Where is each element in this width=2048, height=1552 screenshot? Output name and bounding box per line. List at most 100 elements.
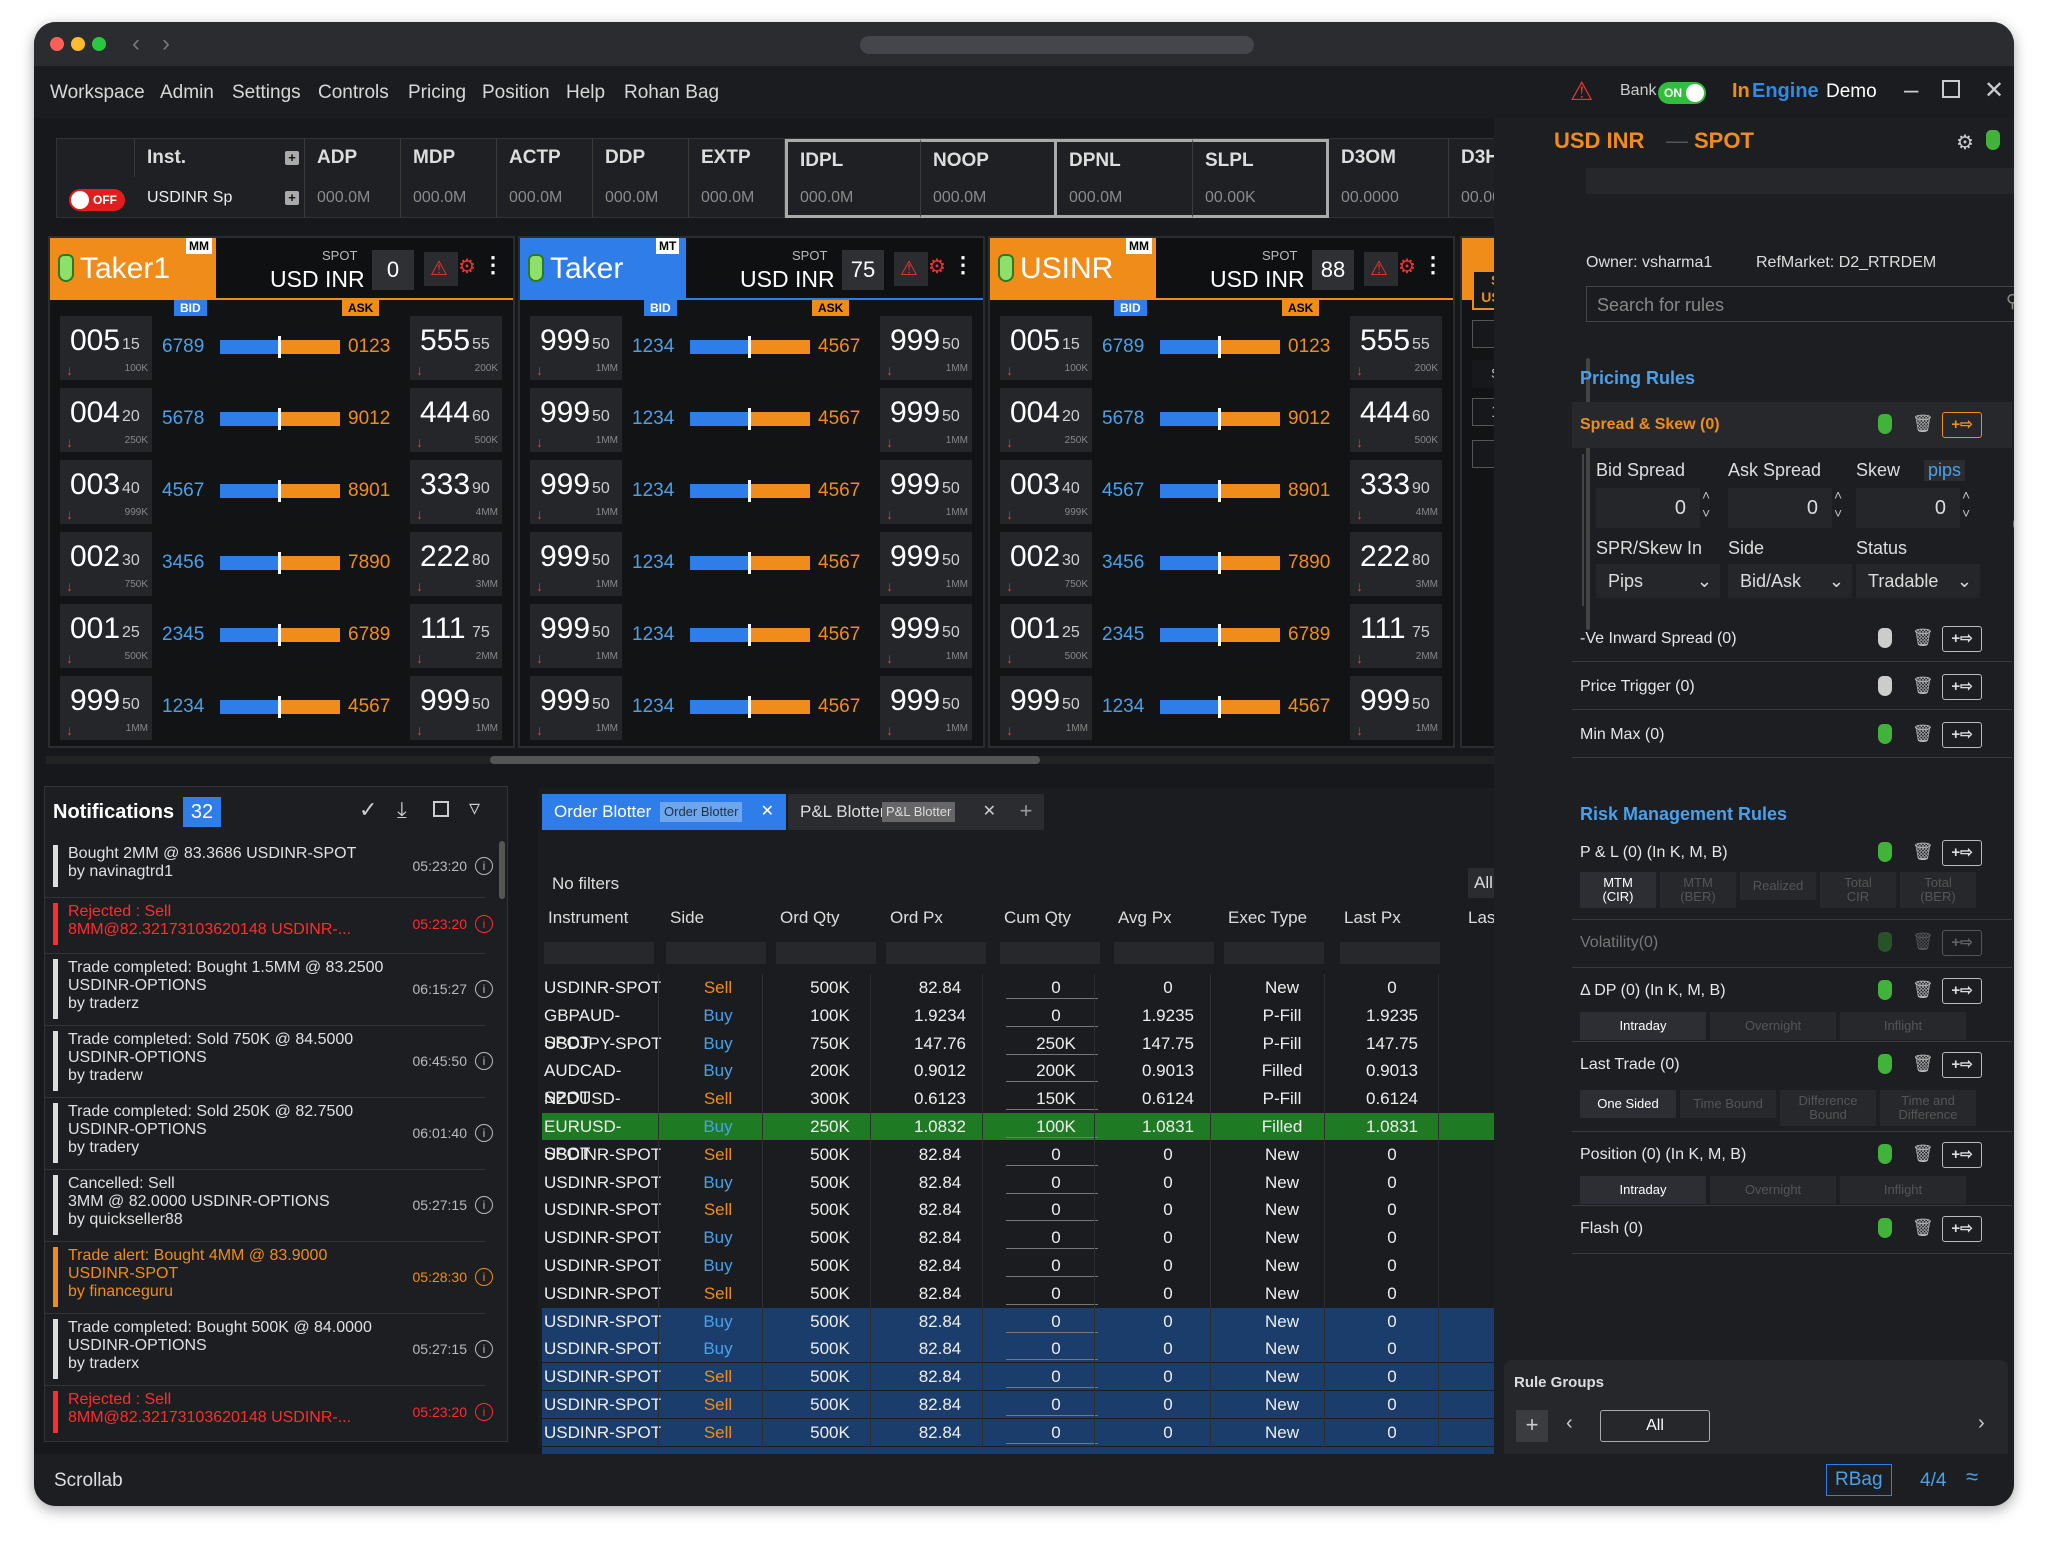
header-actp[interactable]: ACTP [497, 139, 593, 177]
chip-pl-2[interactable]: Realized [1740, 872, 1816, 900]
bid-price-box[interactable]: 003 40 999K ↓ [60, 460, 152, 524]
ask-price-box[interactable]: 444 60 500K ↓ [410, 388, 502, 452]
table-row[interactable]: GBPAUD-SPOT Buy 100K 1.9234 0 1.9235 P-Fill 1.9… [542, 1002, 1516, 1052]
ask-price-box[interactable]: 111 75 2MM ↓ [1350, 604, 1442, 668]
kebab-menu-icon[interactable]: ⋮ [482, 252, 504, 278]
ask-price-box[interactable]: 999 50 1MM ↓ [880, 604, 972, 668]
bid-price-box[interactable]: 005 15 100K ↓ [60, 316, 152, 380]
alarm-icon[interactable]: ⚠ [430, 256, 448, 281]
instrument-off-toggle[interactable]: OFF [69, 189, 125, 211]
ask-price-box[interactable]: 222 80 3MM ↓ [1350, 532, 1442, 596]
bid-price-box[interactable]: 002 30 750K ↓ [60, 532, 152, 596]
close-icon[interactable]: ✕ [1984, 76, 2004, 105]
forward-arrow-icon[interactable]: › [162, 30, 170, 58]
table-row[interactable]: USDINR-SPOT Buy 500K 82.84 0 0 New 0 [542, 1335, 1516, 1363]
bid-price-box[interactable]: 001 25 500K ↓ [1000, 604, 1092, 668]
info-icon[interactable]: i [475, 915, 493, 933]
shield-icon[interactable] [1878, 1054, 1892, 1074]
bid-price-box[interactable]: 999 50 1MM ↓ [530, 460, 622, 524]
chip-pl-4[interactable]: Total (BER) [1900, 872, 1976, 908]
header-mdp[interactable]: MDP [401, 139, 497, 177]
info-icon[interactable]: i [475, 857, 493, 875]
menu-admin[interactable]: Admin [160, 82, 214, 104]
back-arrow-icon[interactable]: ‹ [132, 30, 140, 58]
ask-price-box[interactable]: 999 50 1MM ↓ [880, 676, 972, 740]
ask-price-box[interactable]: 999 50 1MM ↓ [880, 532, 972, 596]
trash-icon[interactable]: 🗑 [1912, 414, 1934, 434]
ask-price-box[interactable]: 999 50 1MM ↓ [1350, 676, 1442, 740]
table-row[interactable]: USDINR-SPOT Buy 500K 82.84 0 0 New 0 [542, 1252, 1516, 1279]
trash-icon[interactable]: 🗑 [1912, 676, 1934, 696]
bid-price-box[interactable]: 999 50 1MM ↓ [530, 676, 622, 740]
rules-search-input[interactable]: Search for rules ⚲ [1586, 286, 2014, 322]
table-row[interactable]: NZDUSD-SPOTSell300K0.6123150K0.6124P-Fil… [542, 1085, 1516, 1135]
table-row[interactable]: AUDCAD-SPOT Buy 200K 0.9012 200K 0.9013 Filled… [542, 1057, 1516, 1107]
menu-position[interactable]: Position [482, 82, 550, 104]
bid-price-box[interactable]: 999 50 1MM ↓ [530, 532, 622, 596]
ask-price-box[interactable]: 111 75 2MM ↓ [410, 604, 502, 668]
add-rule-icon[interactable]: +⇨ [1942, 1052, 1982, 1078]
add-rule-icon[interactable]: +⇨ [1942, 1142, 1982, 1168]
shield-icon[interactable] [1878, 676, 1892, 696]
table-row[interactable]: USDINR-SPOT Sell 500K 82.84 0 0 New 0 [542, 1363, 1516, 1391]
chip-lt-0[interactable]: One Sided [1580, 1090, 1676, 1118]
table-row[interactable]: USDINR-SPOT Buy 500K 82.84 0 0 New 0 [542, 1169, 1516, 1196]
info-icon[interactable]: i [475, 1196, 493, 1214]
bid-price-box[interactable]: 999 50 1MM ↓ [1000, 676, 1092, 740]
expand-inst-icon[interactable]: + [285, 191, 299, 205]
notif-scroll-thumb[interactable] [499, 841, 505, 899]
bid-price-box[interactable]: 999 50 1MM ↓ [530, 316, 622, 380]
chip-pl-1[interactable]: MTM (BER) [1660, 872, 1736, 908]
shield-icon[interactable] [1878, 628, 1892, 648]
gear-icon[interactable]: ⚙ [1956, 130, 1974, 155]
info-icon[interactable]: i [475, 980, 493, 998]
gear-icon[interactable]: ⚙ [928, 254, 946, 279]
user-icon[interactable]: ☺ [2013, 514, 2014, 534]
bid-price-box[interactable]: 001 25 500K ↓ [60, 604, 152, 668]
spr-skew-select[interactable]: Pips ⌄ [1596, 564, 1720, 598]
menu-user[interactable]: Rohan Bag [624, 82, 719, 104]
column-filter-input[interactable] [666, 942, 766, 964]
bid-price-box[interactable]: 999 50 1MM ↓ [530, 604, 622, 668]
chip-lt-3[interactable]: Time and Difference [1880, 1090, 1976, 1126]
add-tab-icon[interactable]: + [1008, 794, 1044, 830]
bid-spread-input[interactable]: 0 [1596, 488, 1700, 528]
tab-order-blotter[interactable]: Order Blotter Order Blotter ✕ [542, 794, 786, 830]
bid-price-box[interactable]: 999 50 1MM ↓ [60, 676, 152, 740]
rule-item[interactable]: Price Trigger (0) 🗑 +⇨ [1572, 664, 2012, 710]
chip-pos-2[interactable]: Inflight [1840, 1176, 1966, 1204]
side-select[interactable]: Bid/Ask ⌄ [1728, 564, 1852, 598]
minimize-window-button[interactable] [71, 37, 85, 51]
column-header[interactable]: Side [670, 908, 704, 928]
rule-dp[interactable]: Δ DP (0) (In K, M, B) 🗑 +⇨ Intraday Overni… [1572, 968, 2012, 1042]
column-filter-input[interactable] [1000, 942, 1100, 964]
shield-icon[interactable] [1878, 932, 1892, 952]
bid-price-box[interactable]: 004 20 250K ↓ [1000, 388, 1092, 452]
shield-icon[interactable] [1878, 414, 1892, 434]
header-slpl[interactable]: SLPL [1193, 139, 1329, 177]
table-row[interactable]: USDINR-SPOT Buy 500K 82.84 0 0 New 0 [542, 1224, 1516, 1251]
kebab-menu-icon[interactable]: ⋮ [1422, 252, 1444, 278]
bid-price-box[interactable]: 005 15 100K ↓ [1000, 316, 1092, 380]
column-header[interactable]: Avg Px [1118, 908, 1172, 928]
shield-icon[interactable] [58, 254, 74, 282]
shield-icon[interactable] [1878, 980, 1892, 1000]
column-header[interactable]: Las [1468, 908, 1495, 928]
mark-read-icon[interactable]: ✓ [359, 797, 377, 823]
rule-pl[interactable]: P & L (0) (In K, M, B) 🗑 +⇨ MTM (CIR) MTM (B… [1572, 830, 2012, 920]
column-filter-input[interactable] [1114, 942, 1214, 964]
close-tab-icon[interactable]: ✕ [983, 794, 996, 830]
column-filter-input[interactable] [1224, 942, 1324, 964]
table-row[interactable]: USDINR-SPOT Sell 500K 82.84 0 0 New 0 [542, 1141, 1516, 1168]
chip-lt-1[interactable]: Time Bound [1680, 1090, 1776, 1118]
bid-price-box[interactable]: 999 50 1MM ↓ [530, 388, 622, 452]
column-header[interactable]: Last Px [1344, 908, 1401, 928]
table-row[interactable]: USDINR-SPOT Sell 500K 82.84 0 0 New 0 [542, 1280, 1516, 1307]
info-icon[interactable]: i [475, 1052, 493, 1070]
chevron-right-icon[interactable]: › [1978, 1412, 1985, 1435]
ask-price-box[interactable]: 999 50 1MM ↓ [880, 460, 972, 524]
tab-pl-blotter[interactable]: P&L Blotter P&L Blotter ✕ [788, 794, 1008, 830]
chip-dp-2[interactable]: Inflight [1840, 1012, 1966, 1040]
chip-pos-0[interactable]: Intraday [1580, 1176, 1706, 1204]
menu-help[interactable]: Help [566, 82, 605, 104]
